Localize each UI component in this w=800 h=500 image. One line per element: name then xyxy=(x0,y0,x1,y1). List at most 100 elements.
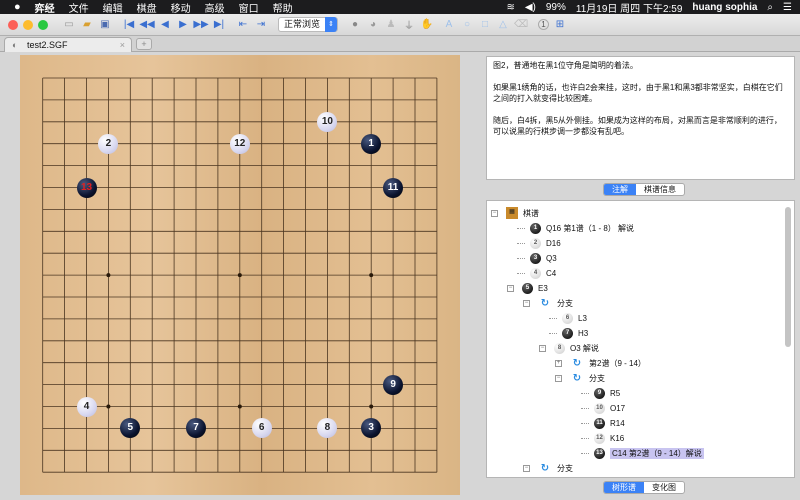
fast-forward-icon[interactable]: ▶▶ xyxy=(193,18,208,32)
tree-node-label: 棋谱 xyxy=(523,208,539,218)
black-stone[interactable]: 11 xyxy=(383,177,404,198)
tree-node[interactable]: + ↻ 第2谱（9 - 14） xyxy=(555,356,646,370)
collapse-icon[interactable]: − xyxy=(555,374,562,382)
tree-node-label: D16 xyxy=(546,238,561,248)
menu-item[interactable]: 高级 xyxy=(205,0,225,15)
square-mark-icon[interactable]: □ xyxy=(478,18,492,32)
wifi-icon[interactable]: ≋ xyxy=(506,2,514,13)
collapse-icon[interactable]: − xyxy=(523,464,530,472)
tab-tree[interactable]: 树形谱 xyxy=(604,482,644,493)
menu-item[interactable]: 编辑 xyxy=(103,0,123,15)
circle-mark-icon[interactable]: ○ xyxy=(460,18,474,32)
tree-node[interactable]: 9 R5 xyxy=(581,386,620,400)
prev-variation-icon[interactable]: ⇤ xyxy=(236,18,250,32)
collapse-icon[interactable]: − xyxy=(507,284,514,292)
collapse-icon[interactable]: − xyxy=(523,299,530,307)
tree-icon[interactable]: ⊞ xyxy=(553,18,567,32)
menu-item[interactable]: 弈经 xyxy=(35,0,55,15)
white-stone[interactable]: 12 xyxy=(229,133,250,154)
black-stone-tool-icon[interactable]: ● xyxy=(348,18,362,32)
open-folder-icon[interactable]: ▰ xyxy=(80,18,94,32)
star-point xyxy=(237,273,242,278)
tree-node[interactable]: 2 D16 xyxy=(517,236,561,250)
label-a-icon[interactable]: A xyxy=(442,18,456,32)
hand-tool-icon[interactable]: ✋ xyxy=(420,18,434,32)
game-tree-panel[interactable]: − ▦ 棋谱 1 Q16 第1谱（1 - 8） 解说 2 D16 3 Q3 4 C4−5 E3− ↻ 分支… xyxy=(486,200,795,478)
forward-icon[interactable]: ▶ xyxy=(176,18,190,32)
black-stone[interactable]: 1 xyxy=(361,133,382,154)
last-move-icon[interactable]: ▶| xyxy=(212,18,226,32)
tree-node[interactable]: 6 L3 xyxy=(549,311,587,325)
clock[interactable]: 11月19日 周四 下午2:59 xyxy=(576,0,683,15)
tree-node[interactable]: −5 E3 xyxy=(507,281,548,295)
scrollbar[interactable] xyxy=(785,207,791,347)
tree-node[interactable]: 1 Q16 第1谱（1 - 8） 解说 xyxy=(517,221,634,235)
tree-tabs: 树形谱 变化图 xyxy=(603,481,685,494)
fast-back-icon[interactable]: ◀◀ xyxy=(139,18,154,32)
tab-variations[interactable]: 变化图 xyxy=(644,482,684,493)
move-number-icon[interactable]: 1 xyxy=(538,19,549,30)
new-file-icon[interactable]: ▭ xyxy=(62,18,76,32)
black-stone-icon: 3 xyxy=(530,252,541,264)
minimize-window-button[interactable] xyxy=(23,19,33,30)
menu-item[interactable]: 帮助 xyxy=(273,0,293,15)
menu-item[interactable]: 移动 xyxy=(171,0,191,15)
search-icon[interactable]: ⌕ xyxy=(767,2,773,13)
volume-icon[interactable]: ◀) xyxy=(525,2,536,13)
comment-panel[interactable]: 图2，普通地在黑1位守角是简明的着法。 如果黑1绣角的话，也许白2会来挂，这时，… xyxy=(486,56,795,180)
close-tab-icon[interactable]: × xyxy=(120,38,125,52)
black-stone-icon: 9 xyxy=(594,387,605,399)
save-icon[interactable]: ▣ xyxy=(98,18,112,32)
battery-text[interactable]: 99% xyxy=(546,2,566,13)
first-move-icon[interactable]: |◀ xyxy=(122,18,136,32)
tree-node-label: R5 xyxy=(610,388,621,398)
expand-icon[interactable]: + xyxy=(555,359,562,367)
white-stone[interactable]: 6 xyxy=(251,418,272,439)
tree-node[interactable]: 4 C4 xyxy=(517,266,556,280)
tree-node[interactable]: 11 R14 xyxy=(581,416,625,430)
black-stone[interactable]: 13 xyxy=(76,177,97,198)
collapse-icon[interactable]: − xyxy=(491,209,498,217)
tree-node[interactable]: − ▦ 棋谱 xyxy=(491,206,539,220)
tree-node[interactable]: −8 O3 解说 xyxy=(539,341,599,355)
close-window-button[interactable] xyxy=(8,19,18,30)
pin-tool-icon[interactable]: ♟ xyxy=(384,18,398,32)
tree-node[interactable]: 7 H3 xyxy=(549,326,588,340)
tree-node-label: 分支 xyxy=(589,373,605,383)
game-record-icon: ▦ xyxy=(506,207,518,219)
collapse-icon[interactable]: − xyxy=(539,344,546,352)
zoom-window-button[interactable] xyxy=(38,19,48,30)
stones-tool-icon[interactable]: ◕ xyxy=(366,18,380,32)
tab-game-info[interactable]: 棋谱信息 xyxy=(636,184,684,195)
tab-file[interactable]: ◐ test2.SGF × xyxy=(4,37,132,52)
tree-node[interactable]: 13 C14 第2谱（9 - 14）解说 xyxy=(581,446,704,460)
tree-node[interactable]: − ↻ 分支 xyxy=(555,371,605,385)
new-tab-button[interactable]: + xyxy=(136,38,152,50)
eraser-icon[interactable]: ⌫ xyxy=(514,18,528,32)
list-icon[interactable]: ☰ xyxy=(783,2,792,13)
tree-connector xyxy=(517,227,525,229)
mode-select[interactable]: 正常浏览 ⇕ xyxy=(278,17,338,32)
menu-item[interactable]: 棋盘 xyxy=(137,0,157,15)
apple-menu-icon[interactable]: ● xyxy=(14,1,21,13)
white-stone[interactable]: 2 xyxy=(98,133,119,154)
user-name[interactable]: huang sophia xyxy=(692,2,757,13)
tree-node[interactable]: − ↻ 分支 xyxy=(523,296,573,310)
tree-node[interactable]: 10 O17 xyxy=(581,401,625,415)
next-variation-icon[interactable]: ⇥ xyxy=(254,18,268,32)
back-icon[interactable]: ◀ xyxy=(158,18,172,32)
white-stone[interactable]: 4 xyxy=(76,396,97,417)
stamp-tool-icon[interactable]: ⏚ xyxy=(402,18,416,32)
triangle-mark-icon[interactable]: △ xyxy=(496,18,510,32)
tree-node-label: 分支 xyxy=(557,298,573,308)
go-board[interactable]: 1 2 3 4 5 6 7 8 9 10 11 12 13 xyxy=(20,55,460,495)
tree-node[interactable]: 12 K16 xyxy=(581,431,624,445)
tree-node[interactable]: − ↻ 分支 xyxy=(523,461,573,475)
menu-item[interactable]: 窗口 xyxy=(239,0,259,15)
comment-tabs: 注解 棋谱信息 xyxy=(603,183,685,196)
menu-item[interactable]: 文件 xyxy=(69,0,89,15)
tab-comment[interactable]: 注解 xyxy=(604,184,636,195)
black-stone-icon: 11 xyxy=(594,417,605,429)
tree-node[interactable]: 3 Q3 xyxy=(517,251,557,265)
black-stone[interactable]: 9 xyxy=(383,374,404,395)
